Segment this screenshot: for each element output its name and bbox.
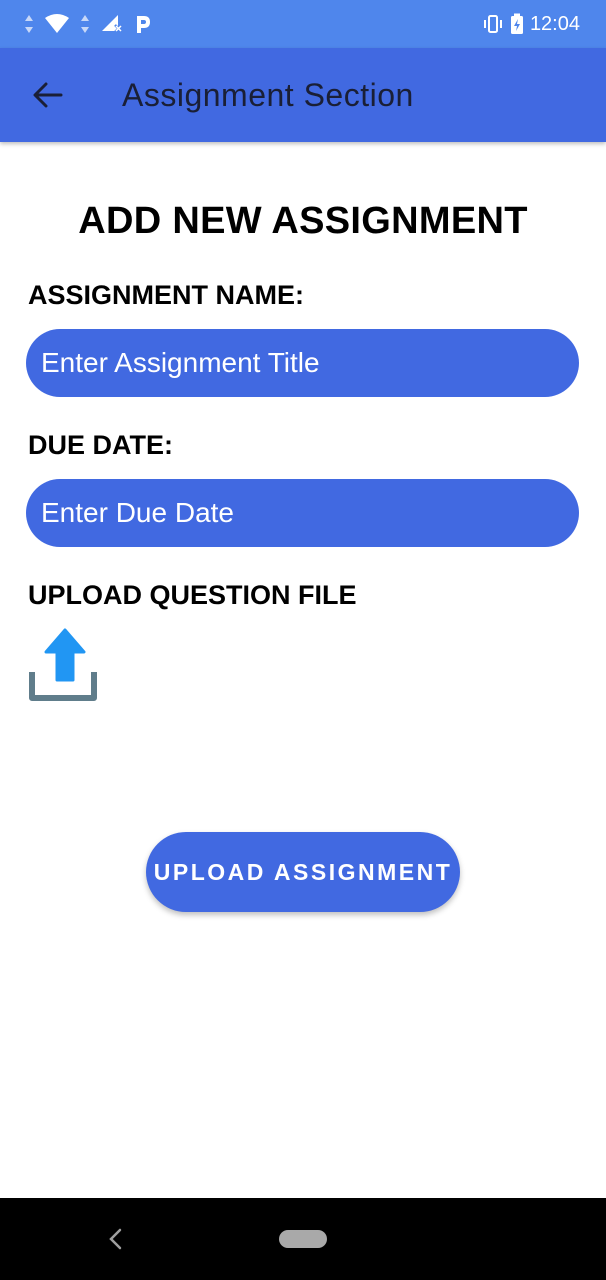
- assignment-name-input[interactable]: [26, 329, 579, 397]
- upload-question-file-label: UPLOAD QUESTION FILE: [28, 580, 357, 610]
- home-pill-icon[interactable]: [279, 1230, 327, 1248]
- upload-icon: [29, 628, 97, 701]
- due-date-input[interactable]: [26, 479, 579, 547]
- upload-assignment-button[interactable]: UPLOAD ASSIGNMENT: [146, 832, 460, 912]
- status-bar: 12:04: [0, 0, 606, 48]
- status-left-icons: [24, 13, 152, 35]
- assignment-name-label: ASSIGNMENT NAME:: [28, 280, 304, 310]
- status-time: 12:04: [529, 12, 580, 35]
- signal-off-icon: [102, 15, 123, 33]
- back-button[interactable]: [24, 71, 72, 119]
- wifi-icon: [45, 14, 69, 33]
- app-bar-title: Assignment Section: [122, 76, 414, 113]
- vibrate-icon: [483, 15, 502, 33]
- parking-icon: [137, 16, 150, 33]
- page-title: ADD NEW ASSIGNMENT: [78, 200, 528, 242]
- data-transfer-icon: [81, 15, 89, 33]
- battery-charging-icon: [510, 13, 523, 34]
- nav-back-icon[interactable]: [104, 1226, 128, 1252]
- due-date-label: DUE DATE:: [28, 430, 173, 460]
- app-bar: Assignment Section: [0, 48, 606, 142]
- upload-file-button[interactable]: [28, 628, 98, 702]
- system-nav-bar: [0, 1198, 606, 1280]
- status-right-icons: 12:04: [482, 13, 580, 36]
- data-transfer-icon: [25, 15, 33, 33]
- arrow-left-icon: [33, 82, 63, 108]
